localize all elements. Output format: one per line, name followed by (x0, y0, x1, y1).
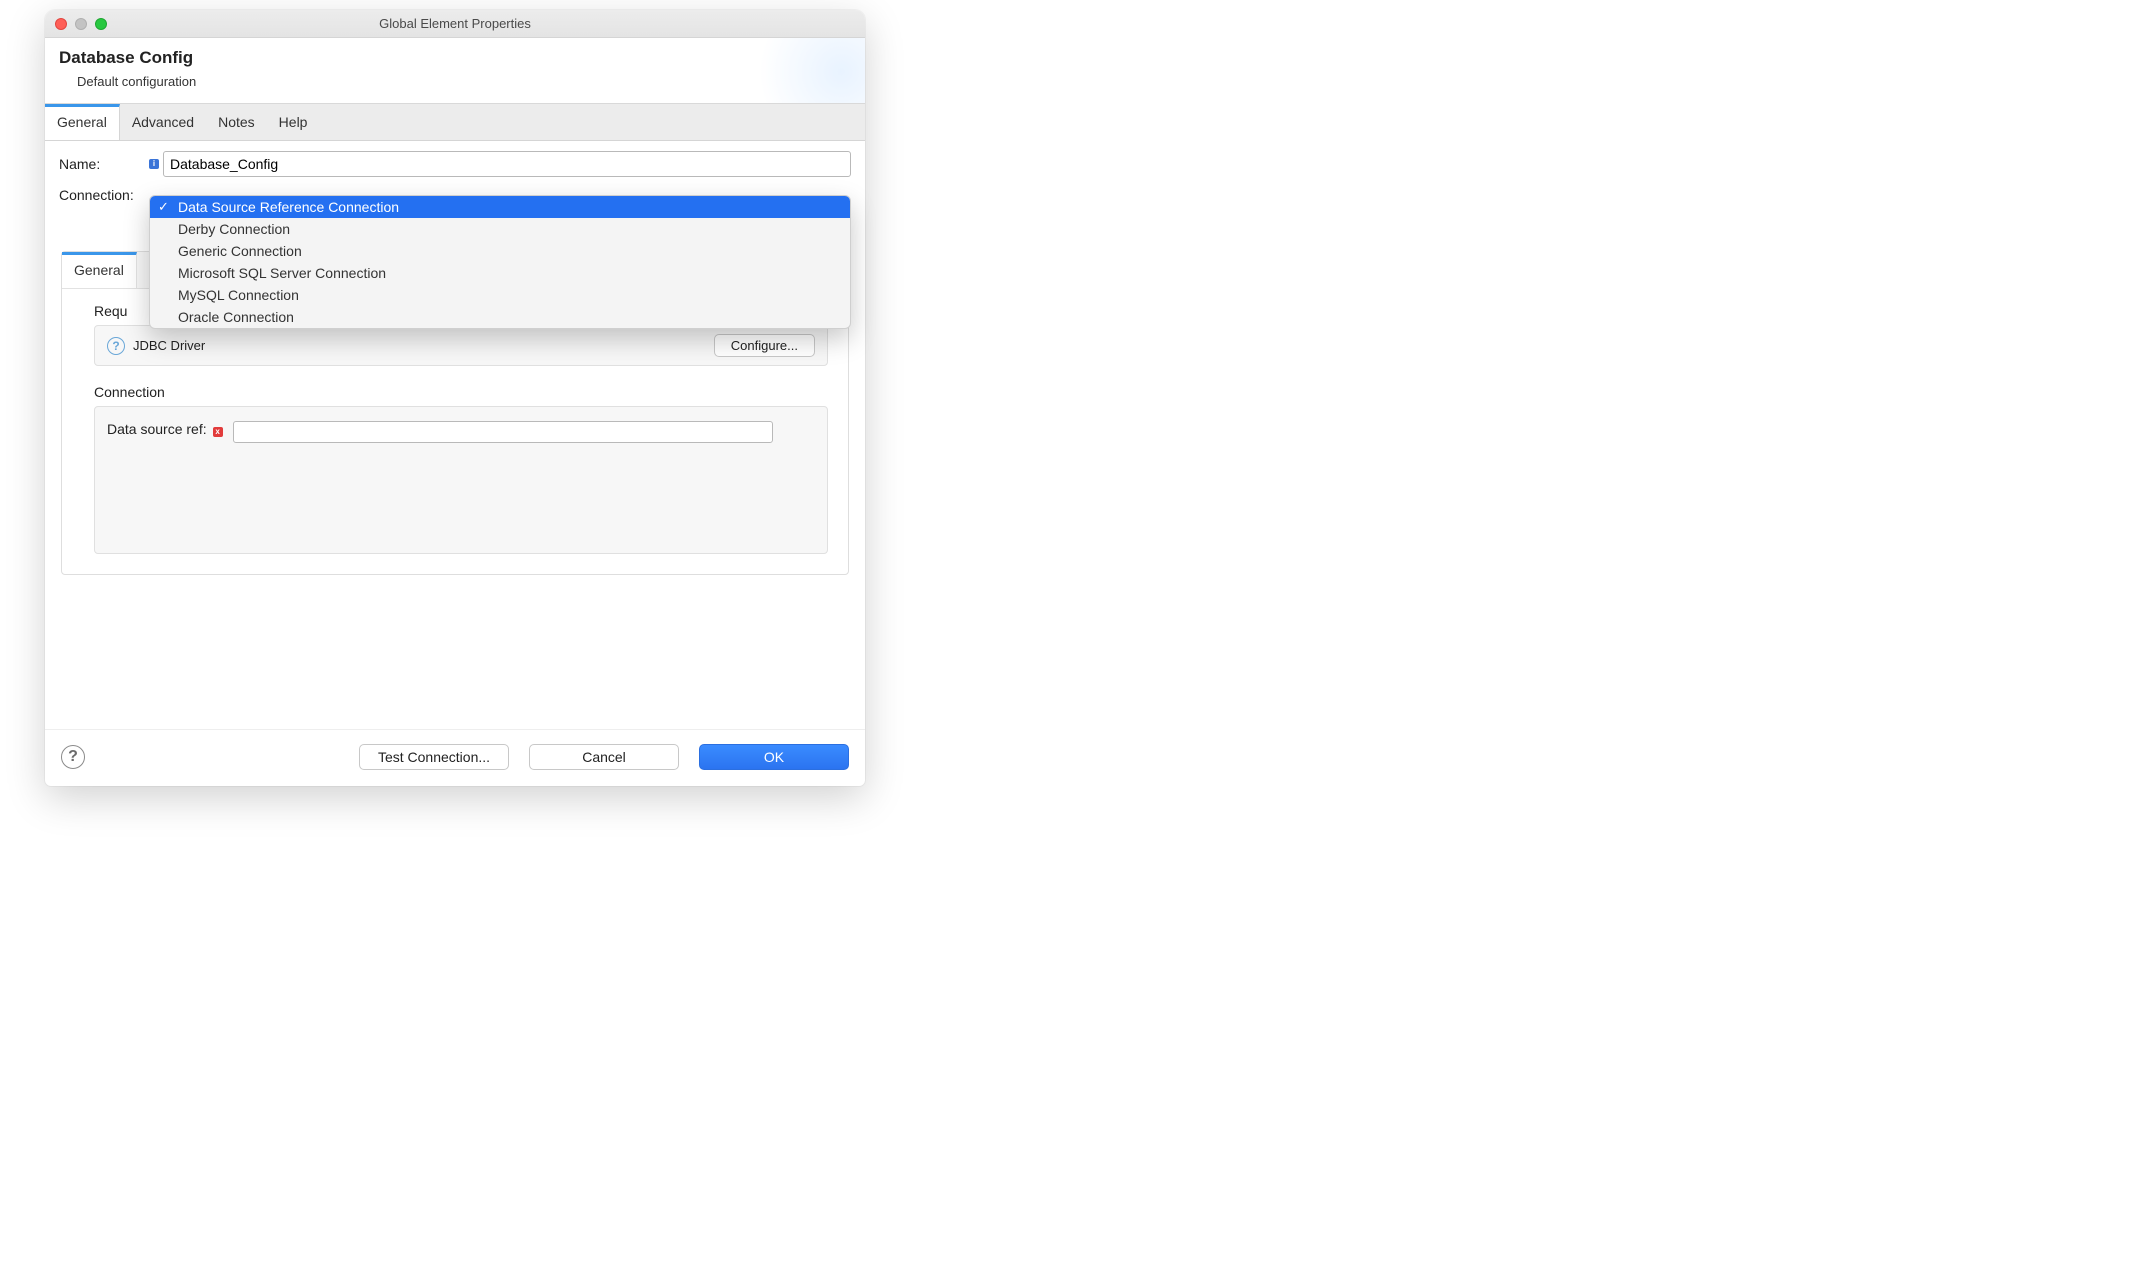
tab-notes[interactable]: Notes (206, 104, 267, 140)
dialog-footer: ? Test Connection... Cancel OK (45, 729, 865, 786)
dd-item-oracle[interactable]: Oracle Connection (150, 306, 850, 328)
error-icon: x (213, 427, 223, 437)
tab-bar: General Advanced Notes Help (45, 104, 865, 141)
cancel-button[interactable]: Cancel (529, 744, 679, 770)
required-libraries-box: ? JDBC Driver Configure... (94, 325, 828, 366)
dd-item-mysql[interactable]: MySQL Connection (150, 284, 850, 306)
data-source-ref-input[interactable] (233, 421, 773, 443)
window-title: Global Element Properties (45, 16, 865, 31)
sub-tab-general[interactable]: General (62, 252, 137, 288)
page-subtitle: Default configuration (77, 74, 851, 89)
info-icon[interactable]: i (149, 159, 159, 169)
jdbc-driver-label: JDBC Driver (133, 338, 205, 353)
dd-item-derby[interactable]: Derby Connection (150, 218, 850, 240)
dd-item-generic[interactable]: Generic Connection (150, 240, 850, 262)
name-input[interactable] (163, 151, 851, 177)
minimize-icon[interactable] (75, 18, 87, 30)
sub-body: Requ ? JDBC Driver Configure... Connecti… (62, 289, 848, 574)
tab-advanced[interactable]: Advanced (120, 104, 206, 140)
titlebar: Global Element Properties (45, 10, 865, 38)
decor-arc (745, 38, 865, 103)
data-source-box: Data source ref: x (94, 406, 828, 554)
content-area: Name: i Connection: Data Source Referenc… (45, 141, 865, 589)
connection-group: Connection Data source ref: x (94, 384, 828, 554)
row-connection: Connection: Data Source Reference Connec… (59, 187, 851, 203)
dialog-header: Database Config Default configuration (45, 38, 865, 103)
help-icon[interactable]: ? (107, 337, 125, 355)
row-name: Name: i (59, 151, 851, 177)
dd-item-mssql[interactable]: Microsoft SQL Server Connection (150, 262, 850, 284)
dialog-help-icon[interactable]: ? (61, 745, 85, 769)
dd-item-data-source-ref[interactable]: Data Source Reference Connection (150, 196, 850, 218)
connection-heading: Connection (94, 384, 828, 400)
window-controls (55, 18, 107, 30)
tab-general[interactable]: General (45, 104, 120, 140)
close-icon[interactable] (55, 18, 67, 30)
configure-button[interactable]: Configure... (714, 334, 815, 357)
page-title: Database Config (59, 48, 851, 68)
test-connection-button[interactable]: Test Connection... (359, 744, 509, 770)
zoom-icon[interactable] (95, 18, 107, 30)
data-source-ref-label: Data source ref: (107, 421, 207, 437)
connection-label: Connection: (59, 187, 149, 203)
connection-dropdown[interactable]: Data Source Reference Connection Derby C… (149, 195, 851, 329)
tab-help[interactable]: Help (267, 104, 320, 140)
dialog-window: Global Element Properties Database Confi… (45, 10, 865, 786)
ok-button[interactable]: OK (699, 744, 849, 770)
name-label: Name: (59, 156, 149, 172)
